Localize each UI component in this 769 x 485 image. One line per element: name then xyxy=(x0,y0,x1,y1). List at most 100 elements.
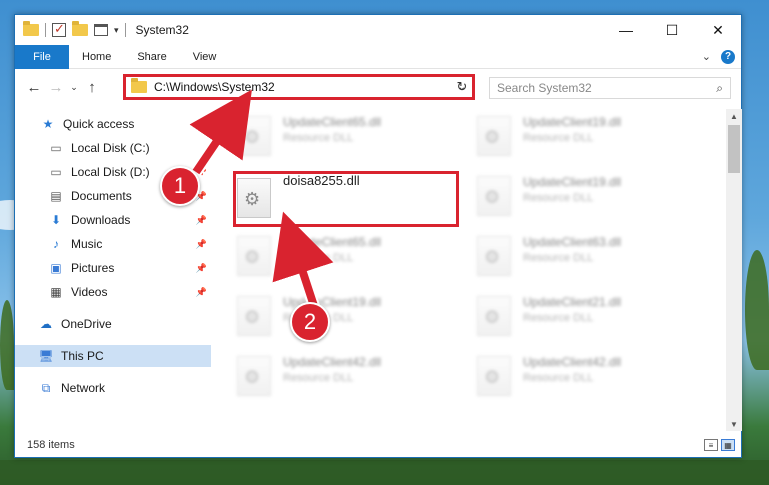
new-folder-icon[interactable] xyxy=(72,21,88,36)
ribbon-right: ⌄ ? xyxy=(702,49,741,64)
recent-locations-chevron-icon[interactable]: ⌄ xyxy=(67,76,81,98)
drive-icon: ▭ xyxy=(50,165,62,179)
pin-icon[interactable]: 📌 xyxy=(196,239,207,250)
file-type: Resource DLL xyxy=(523,372,594,384)
refresh-button[interactable]: ↻ xyxy=(453,78,471,96)
sidebar-item-label: Pictures xyxy=(71,261,115,275)
network-icon: ⧉ xyxy=(41,380,51,395)
file-type: Resource DLL xyxy=(283,372,354,384)
downloads-icon: ⬇ xyxy=(50,213,62,227)
tab-view[interactable]: View xyxy=(180,45,230,69)
list-item[interactable]: UpdateClient65.dll Resource DLL xyxy=(237,111,437,161)
up-button[interactable]: ↑ xyxy=(81,76,103,98)
star-icon: ★ xyxy=(42,117,54,131)
file-type: Resource DLL xyxy=(523,312,594,324)
customize-toolbar-chevron-icon[interactable]: ▾ xyxy=(114,25,119,36)
sidebar-item-music[interactable]: ♪ Music 📌 xyxy=(15,233,211,255)
dll-file-icon xyxy=(477,356,511,396)
pin-icon[interactable]: 📌 xyxy=(196,263,207,274)
list-item[interactable]: UpdateClient19.dllResource DLL xyxy=(237,291,437,341)
folder-icon xyxy=(23,21,39,36)
forward-button[interactable]: → xyxy=(45,76,67,98)
file-type: Resource DLL xyxy=(523,192,594,204)
close-button[interactable]: ✕ xyxy=(695,15,741,45)
list-item[interactable]: UpdateClient21.dll Resource DLL xyxy=(477,291,677,341)
dll-file-icon xyxy=(237,296,271,336)
cloud-icon: ☁ xyxy=(40,317,52,331)
address-path[interactable]: C:\Windows\System32 xyxy=(154,80,275,94)
status-bar: 158 items ≡ ▦ xyxy=(15,433,741,457)
file-name: UpdateClient65.dll xyxy=(283,115,382,129)
vertical-scrollbar[interactable]: ▲ ▼ xyxy=(726,109,742,431)
scroll-up-icon[interactable]: ▲ xyxy=(726,109,742,123)
file-name: UpdateClient19.dll xyxy=(523,175,622,189)
rename-icon[interactable] xyxy=(94,24,108,36)
large-icons-view-icon[interactable]: ▦ xyxy=(721,439,735,451)
file-name: UpdateClient42.dll xyxy=(283,355,382,369)
highlight-box xyxy=(233,171,459,227)
sidebar-item-label: OneDrive xyxy=(61,317,112,331)
minimize-button[interactable]: — xyxy=(603,15,649,45)
documents-icon: ▤ xyxy=(50,189,62,203)
sidebar-item-this-pc[interactable]: 🖥 This PC xyxy=(15,345,211,367)
maximize-button[interactable]: ☐ xyxy=(649,15,695,45)
ribbon-tabs: File Home Share View ⌄ ? xyxy=(15,44,741,69)
pictures-icon: ▣ xyxy=(50,261,62,275)
sidebar-item-quick-access[interactable]: ★ Quick access xyxy=(15,113,211,135)
sidebar-item-onedrive[interactable]: ☁ OneDrive xyxy=(15,313,211,335)
dll-file-icon xyxy=(237,116,271,156)
scroll-thumb[interactable] xyxy=(728,125,740,173)
window-controls: — ☐ ✕ xyxy=(603,15,741,45)
file-name: UpdateClient63.dll xyxy=(523,235,622,249)
navigation-pane: ★ Quick access ▭ Local Disk (C:) ▭ Local… xyxy=(15,111,211,433)
expand-ribbon-chevron-icon[interactable]: ⌄ xyxy=(702,50,711,63)
back-button[interactable]: ← xyxy=(23,76,45,98)
videos-icon: ▦ xyxy=(50,285,62,299)
list-item[interactable]: UpdateClient42.dll Resource DLL xyxy=(477,351,677,401)
pin-icon[interactable]: 📌 xyxy=(196,287,207,298)
folder-icon xyxy=(131,78,147,93)
file-type: Resource DLL xyxy=(283,252,354,264)
sidebar-item-pictures[interactable]: ▣ Pictures 📌 xyxy=(15,257,211,279)
tab-home[interactable]: Home xyxy=(69,45,124,69)
sidebar-item-label: Videos xyxy=(71,285,108,299)
address-bar[interactable]: C:\Windows\System32 ⌄ xyxy=(123,74,475,100)
sidebar-item-label: Local Disk (D:) xyxy=(71,165,150,179)
sidebar-item-label: Local Disk (C:) xyxy=(71,141,150,155)
sidebar-item-downloads[interactable]: ⬇ Downloads 📌 xyxy=(15,209,211,231)
item-count: 158 items xyxy=(27,439,75,451)
dll-file-icon xyxy=(477,236,511,276)
list-item[interactable]: UpdateClient42.dll Resource DLL xyxy=(237,351,437,401)
file-type: Resource DLL xyxy=(523,132,594,144)
list-item[interactable]: UpdateClient65.dll Resource DLL xyxy=(237,231,437,281)
search-input[interactable]: Search System32 ⌕ xyxy=(489,77,731,99)
search-placeholder: Search System32 xyxy=(497,81,592,95)
properties-check-icon[interactable] xyxy=(52,21,66,37)
scroll-down-icon[interactable]: ▼ xyxy=(726,417,742,431)
music-icon: ♪ xyxy=(53,237,59,251)
tab-file[interactable]: File xyxy=(15,44,69,69)
file-name: UpdateClient65.dll xyxy=(283,235,382,249)
file-name: UpdateClient21.dll xyxy=(523,295,622,309)
view-switcher: ≡ ▦ xyxy=(704,439,741,451)
sidebar-item-videos[interactable]: ▦ Videos 📌 xyxy=(15,281,211,303)
file-name: UpdateClient19.dll xyxy=(523,115,622,129)
sidebar-item-label: Quick access xyxy=(63,117,135,131)
tab-share[interactable]: Share xyxy=(124,45,179,69)
sidebar-item-local-disk-c[interactable]: ▭ Local Disk (C:) xyxy=(15,137,211,159)
step-badge-1: 1 xyxy=(160,166,200,206)
leaf-shape xyxy=(745,250,769,370)
address-row: ← → ⌄ ↑ C:\Windows\System32 ⌄ ↻ Search S… xyxy=(15,71,741,103)
pin-icon[interactable]: 📌 xyxy=(196,215,207,226)
step-badge-2: 2 xyxy=(290,302,330,342)
dll-file-icon xyxy=(477,296,511,336)
sidebar-item-network[interactable]: ⧉ Network xyxy=(15,377,211,399)
window-title: System32 xyxy=(135,23,189,37)
list-item[interactable]: UpdateClient63.dll Resource DLL xyxy=(477,231,677,281)
list-item[interactable]: UpdateClient19.dll Resource DLL xyxy=(477,111,677,161)
list-item[interactable]: UpdateClient19.dll Resource DLL xyxy=(477,171,677,221)
help-icon[interactable]: ? xyxy=(721,49,735,64)
drive-icon: ▭ xyxy=(50,141,62,155)
search-icon[interactable]: ⌕ xyxy=(716,81,730,96)
details-view-icon[interactable]: ≡ xyxy=(704,439,718,451)
